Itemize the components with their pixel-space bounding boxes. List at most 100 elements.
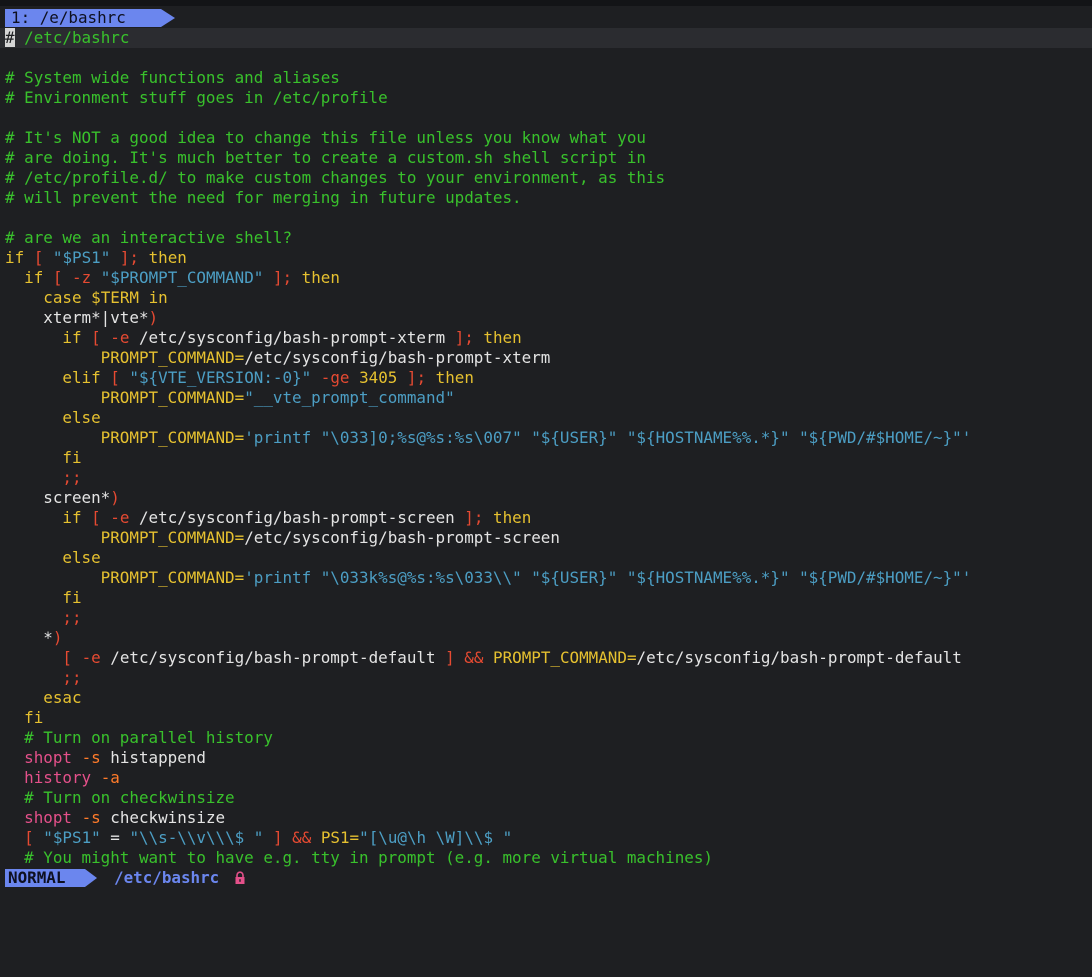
code-line[interactable]: history -a bbox=[0, 768, 1092, 788]
code-token: case bbox=[43, 288, 82, 307]
code-line[interactable]: if [ -e /etc/sysconfig/bash-prompt-scree… bbox=[0, 508, 1092, 528]
code-token: -a bbox=[100, 768, 120, 787]
code-line[interactable]: # will prevent the need for merging in f… bbox=[0, 188, 1092, 208]
code-token: -ge bbox=[320, 368, 350, 387]
code-line[interactable]: # Environment stuff goes in /etc/profile bbox=[0, 88, 1092, 108]
command-line[interactable] bbox=[0, 889, 1092, 904]
code-line[interactable]: elif [ "${VTE_VERSION:-0}" -ge 3405 ]; t… bbox=[0, 368, 1092, 388]
code-line[interactable]: # are we an interactive shell? bbox=[0, 228, 1092, 248]
code-token: ) bbox=[52, 628, 63, 647]
code-token: # You might want to have e.g. tty in pro… bbox=[24, 848, 713, 867]
code-token: fi bbox=[62, 588, 82, 607]
code-line[interactable]: PROMPT_COMMAND=/etc/sysconfig/bash-promp… bbox=[0, 528, 1092, 548]
code-token: -s bbox=[81, 808, 101, 827]
code-line[interactable]: # Turn on parallel history bbox=[0, 728, 1092, 748]
code-token: /etc/bashrc bbox=[24, 28, 130, 47]
code-line[interactable]: screen*) bbox=[0, 488, 1092, 508]
code-token: ) bbox=[110, 488, 120, 507]
code-line[interactable]: fi bbox=[0, 448, 1092, 468]
code-line[interactable]: # System wide functions and aliases bbox=[0, 68, 1092, 88]
code-line[interactable]: # You might want to have e.g. tty in pro… bbox=[0, 848, 1092, 868]
code-token: fi bbox=[24, 708, 44, 727]
code-token: shopt bbox=[24, 808, 72, 827]
code-line[interactable]: xterm*|vte*) bbox=[0, 308, 1092, 328]
code-token: ]; bbox=[454, 328, 474, 347]
code-token: ]; bbox=[406, 368, 427, 387]
code-token: # are we an interactive shell? bbox=[5, 228, 293, 247]
code-line[interactable]: else bbox=[0, 548, 1092, 568]
code-token: "$PROMPT_COMMAND" bbox=[100, 268, 264, 287]
code-token: # It's NOT a good idea to change this fi… bbox=[5, 128, 646, 147]
code-token: then bbox=[483, 328, 522, 347]
code-token: [ bbox=[91, 328, 101, 347]
code-line[interactable]: [ "$PS1" = "\\s-\\v\\\$ " ] && PS1="[\u@… bbox=[0, 828, 1092, 848]
code-line[interactable]: PROMPT_COMMAND="__vte_prompt_command" bbox=[0, 388, 1092, 408]
code-token: && bbox=[292, 828, 312, 847]
code-line[interactable]: fi bbox=[0, 708, 1092, 728]
code-line[interactable]: PROMPT_COMMAND=/etc/sysconfig/bash-promp… bbox=[0, 348, 1092, 368]
code-token: ]; bbox=[272, 268, 293, 287]
code-line[interactable]: if [ -z "$PROMPT_COMMAND" ]; then bbox=[0, 268, 1092, 288]
code-line[interactable]: *) bbox=[0, 628, 1092, 648]
code-line[interactable]: esac bbox=[0, 688, 1092, 708]
code-token: [ bbox=[33, 248, 44, 267]
code-line[interactable]: fi bbox=[0, 588, 1092, 608]
code-line[interactable]: case $TERM in bbox=[0, 288, 1092, 308]
code-token: "${VTE_VERSION:-0}" bbox=[129, 368, 312, 387]
code-token: && bbox=[464, 648, 484, 667]
code-line[interactable]: ;; bbox=[0, 468, 1092, 488]
code-token: PROMPT_COMMAND= bbox=[100, 428, 245, 447]
code-token: = bbox=[110, 828, 120, 847]
code-line[interactable]: if [ "$PS1" ]; then bbox=[0, 248, 1092, 268]
editor-buffer[interactable]: # /etc/bashrc # System wide functions an… bbox=[0, 28, 1092, 868]
code-line[interactable] bbox=[0, 48, 1092, 68]
code-line[interactable]: # are doing. It's much better to create … bbox=[0, 148, 1092, 168]
code-token: "__vte_prompt_command" bbox=[244, 388, 455, 407]
code-line[interactable]: PROMPT_COMMAND='printf "\033]0;%s@%s:%s\… bbox=[0, 428, 1092, 448]
code-line[interactable]: shopt -s histappend bbox=[0, 748, 1092, 768]
code-line[interactable]: ;; bbox=[0, 608, 1092, 628]
code-line[interactable]: ;; bbox=[0, 668, 1092, 688]
code-token: PROMPT_COMMAND= bbox=[100, 348, 245, 367]
code-line[interactable] bbox=[0, 108, 1092, 128]
code-line[interactable]: if [ -e /etc/sysconfig/bash-prompt-xterm… bbox=[0, 328, 1092, 348]
code-line[interactable]: # /etc/bashrc bbox=[0, 28, 1092, 48]
code-token: in bbox=[148, 288, 168, 307]
code-line[interactable]: PROMPT_COMMAND='printf "\033k%s@%s:%s\03… bbox=[0, 568, 1092, 588]
code-line[interactable]: [ -e /etc/sysconfig/bash-prompt-default … bbox=[0, 648, 1092, 668]
code-token: ]; bbox=[119, 248, 139, 267]
code-line[interactable]: # Turn on checkwinsize bbox=[0, 788, 1092, 808]
code-line[interactable] bbox=[0, 208, 1092, 228]
code-line[interactable]: # /etc/profile.d/ to make custom changes… bbox=[0, 168, 1092, 188]
code-token: if bbox=[62, 328, 82, 347]
tab-bashrc[interactable]: 1: /e/bashrc bbox=[5, 9, 175, 27]
code-token: ;; bbox=[62, 668, 82, 687]
code-line[interactable]: shopt -s checkwinsize bbox=[0, 808, 1092, 828]
code-token: 'printf "\033]0;%s@%s:%s\007" "${USER}" … bbox=[244, 428, 972, 447]
code-token: history bbox=[24, 768, 92, 787]
code-token: xterm*|vte* bbox=[5, 308, 149, 327]
code-token: "\\s-\\v\\\$ " bbox=[129, 828, 264, 847]
code-line[interactable]: # It's NOT a good idea to change this fi… bbox=[0, 128, 1092, 148]
code-line[interactable]: else bbox=[0, 408, 1092, 428]
